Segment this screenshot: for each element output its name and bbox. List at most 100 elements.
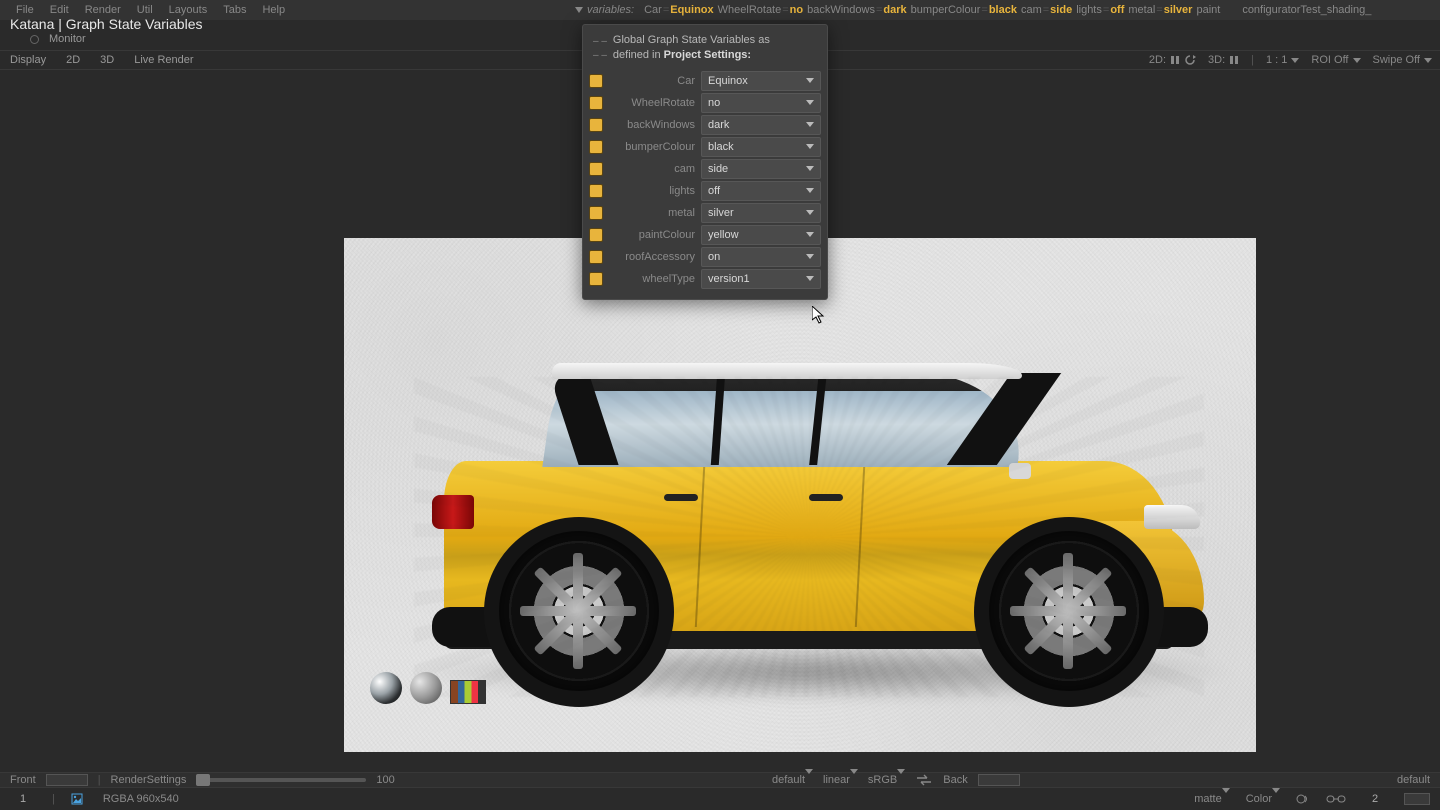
var-val: off: [1110, 4, 1124, 16]
menu-edit[interactable]: Edit: [42, 4, 77, 16]
frame-slider[interactable]: [196, 778, 366, 782]
label: 2D:: [1149, 54, 1166, 66]
var-val: Equinox: [670, 4, 713, 16]
gsv-value-dropdown[interactable]: black: [701, 137, 821, 157]
gsv-swatch-icon[interactable]: [589, 206, 603, 220]
gsv-value: yellow: [708, 229, 739, 241]
refresh-icon[interactable]: [1184, 55, 1196, 65]
gsv-value-dropdown[interactable]: off: [701, 181, 821, 201]
front-buffer-label[interactable]: Front: [10, 774, 36, 786]
status-swatch[interactable]: [1404, 793, 1430, 805]
car-suv: [414, 377, 1204, 697]
display-mode-b[interactable]: linear: [823, 774, 858, 786]
var-key: WheelRotate: [718, 4, 782, 16]
color-dropdown[interactable]: Color: [1246, 793, 1280, 805]
default-right[interactable]: default: [1397, 774, 1430, 786]
gsv-swatch-icon[interactable]: [589, 272, 603, 286]
back-swatch[interactable]: [978, 774, 1020, 786]
color-chart-icon: [450, 680, 486, 704]
gsv-popup: – –– – Global Graph State Variables as d…: [582, 24, 828, 300]
display-mode-a[interactable]: default: [772, 774, 813, 786]
menu-help[interactable]: Help: [254, 4, 293, 16]
menu-file[interactable]: File: [8, 4, 42, 16]
var-val: silver: [1164, 4, 1193, 16]
view-3d-toggle[interactable]: 3D:: [1208, 54, 1239, 66]
gsv-var-name: wheelType: [609, 273, 695, 285]
var-key: paint: [1196, 4, 1220, 16]
gsv-value: on: [708, 251, 720, 263]
var-val: side: [1050, 4, 1072, 16]
chevron-down-icon: [897, 769, 905, 786]
gsv-value: silver: [708, 207, 734, 219]
render-output: [344, 238, 1256, 752]
gsv-value-dropdown[interactable]: Equinox: [701, 71, 821, 91]
tab-3d[interactable]: 3D: [90, 54, 124, 66]
menu-layouts[interactable]: Layouts: [161, 4, 216, 16]
record-icon[interactable]: [30, 35, 39, 44]
rear-wheel: [499, 531, 659, 691]
monitor-label: Monitor: [49, 33, 86, 45]
display-mode-c[interactable]: sRGB: [868, 774, 905, 786]
gsv-row-bumperColour: bumperColour black: [589, 137, 821, 157]
gsv-swatch-icon[interactable]: [589, 118, 603, 132]
alpha-icon[interactable]: [1296, 793, 1310, 805]
pause-icon: [1170, 55, 1180, 65]
front-swatch[interactable]: [46, 774, 88, 786]
swipe-toggle[interactable]: Swipe Off: [1373, 54, 1433, 66]
gsv-value-dropdown[interactable]: dark: [701, 115, 821, 135]
gsv-value-dropdown[interactable]: yellow: [701, 225, 821, 245]
lookdev-toolkit: [370, 672, 486, 704]
gsv-swatch-icon[interactable]: [589, 162, 603, 176]
matte-dropdown[interactable]: matte: [1194, 793, 1230, 805]
chevron-down-icon: [806, 166, 814, 171]
gsv-var-name: backWindows: [609, 119, 695, 131]
gsv-row-backWindows: backWindows dark: [589, 115, 821, 135]
swap-icon[interactable]: [915, 774, 933, 786]
view-2d-toggle[interactable]: 2D:: [1149, 54, 1196, 66]
link-icon[interactable]: [1326, 794, 1346, 804]
chevron-down-icon: [806, 210, 814, 215]
chevron-down-icon: [1424, 58, 1432, 63]
menu-tabs[interactable]: Tabs: [215, 4, 254, 16]
render-settings-link[interactable]: RenderSettings: [111, 774, 187, 786]
image-icon: [71, 793, 83, 805]
gsv-value-dropdown[interactable]: no: [701, 93, 821, 113]
gsv-value-dropdown[interactable]: version1: [701, 269, 821, 289]
gsv-swatch-icon[interactable]: [589, 96, 603, 110]
gsv-value-dropdown[interactable]: silver: [701, 203, 821, 223]
chevron-down-icon: [806, 122, 814, 127]
roi-toggle[interactable]: ROI Off: [1311, 54, 1360, 66]
gsv-value-dropdown[interactable]: on: [701, 247, 821, 267]
gsv-value-dropdown[interactable]: side: [701, 159, 821, 179]
gsv-swatch-icon[interactable]: [589, 74, 603, 88]
gsv-var-name: cam: [609, 163, 695, 175]
gsv-row-Car: CarEquinox: [589, 71, 821, 91]
gsv-swatch-icon[interactable]: [589, 184, 603, 198]
gsv-swatch-icon[interactable]: [589, 140, 603, 154]
frame-number[interactable]: 1: [10, 793, 36, 805]
gsv-row-WheelRotate: WheelRotateno: [589, 93, 821, 113]
frame-number-2[interactable]: 2: [1362, 793, 1388, 805]
chevron-down-icon: [850, 769, 858, 786]
gsv-var-name: bumperColour: [609, 141, 695, 153]
tab-display[interactable]: Display: [0, 54, 56, 66]
gsv-value: dark: [708, 119, 729, 131]
gsv-swatch-icon[interactable]: [589, 228, 603, 242]
tab-2d[interactable]: 2D: [56, 54, 90, 66]
menu-util[interactable]: Util: [129, 4, 161, 16]
view-controls: 2D: 3D: | 1 : 1 ROI Off Swipe Off: [1149, 50, 1432, 70]
var-val: dark: [883, 4, 906, 16]
menu-render[interactable]: Render: [77, 4, 129, 16]
gsv-value: version1: [708, 273, 750, 285]
status-bar: 1 | RGBA 960x540 matte Color 2: [0, 788, 1440, 810]
variables-strip[interactable]: variables: Car=Equinox WheelRotate=no ba…: [575, 0, 1440, 20]
gsv-swatch-icon[interactable]: [589, 250, 603, 264]
zoom-ratio[interactable]: 1 : 1: [1266, 54, 1299, 66]
var-key: bumperColour: [911, 4, 981, 16]
back-buffer-label[interactable]: Back: [943, 774, 967, 786]
variables-label: variables:: [587, 4, 634, 16]
gsv-var-name: paintColour: [609, 229, 695, 241]
gsv-value: no: [708, 97, 720, 109]
tab-live-render[interactable]: Live Render: [124, 54, 203, 66]
chevron-down-icon: [575, 6, 583, 14]
